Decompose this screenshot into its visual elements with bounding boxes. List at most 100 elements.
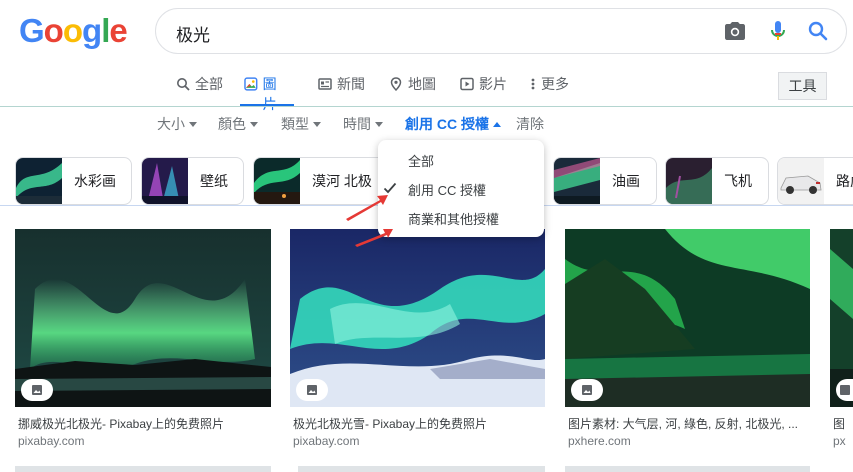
next-row-image	[298, 466, 545, 472]
filter-clear[interactable]: 清除	[516, 114, 544, 134]
result-title[interactable]: 挪威极光北极光- Pixabay上的免费照片	[18, 415, 224, 432]
tab-all[interactable]: 全部	[176, 74, 223, 106]
result-site[interactable]: pixabay.com	[293, 434, 359, 448]
chip-label: 漠河 北极	[312, 173, 372, 189]
result-title[interactable]: 极光北极光雪- Pixabay上的免费照片	[293, 415, 487, 432]
logo-letter: o	[62, 12, 83, 49]
filter-license[interactable]: 創用 CC 授權	[405, 114, 501, 134]
chip-label: 飞机	[724, 173, 752, 189]
next-row-image	[15, 466, 271, 472]
result-site[interactable]: pixabay.com	[18, 434, 84, 448]
filter-type[interactable]: 類型	[281, 114, 321, 134]
tab-more[interactable]: 更多	[530, 74, 569, 106]
image-icon	[244, 77, 258, 91]
related-chip[interactable]: 油画	[553, 157, 657, 205]
result-image[interactable]	[565, 229, 810, 407]
license-dropdown: 全部 創用 CC 授權 商業和其他授權	[378, 140, 544, 237]
logo-letter: G	[19, 12, 45, 49]
tab-label: 新聞	[337, 76, 365, 92]
image-badge	[571, 379, 603, 401]
result-title[interactable]: 图	[833, 415, 845, 432]
logo-letter: g	[82, 12, 102, 49]
tab-label: 圖片	[262, 76, 277, 112]
image-result[interactable]: 图 px	[830, 229, 853, 448]
related-chip[interactable]: 水彩画	[15, 157, 132, 205]
related-chip[interactable]: 飞机	[665, 157, 769, 205]
related-chip[interactable]: 壁纸	[141, 157, 244, 205]
google-image-search-page: Google 极光 全部 圖片 新聞 地圖 影片 更多 工具 大小 顏色 類型 …	[0, 0, 853, 472]
tools-button[interactable]: 工具	[778, 72, 827, 100]
filter-bar: 大小 顏色 類型 時間 創用 CC 授權 清除	[0, 110, 853, 134]
search-box[interactable]: 极光	[155, 8, 847, 54]
chip-label: 路虎	[836, 173, 853, 189]
result-image[interactable]	[290, 229, 545, 407]
image-icon	[839, 385, 850, 395]
filter-label: 顏色	[218, 116, 246, 132]
tab-videos[interactable]: 影片	[460, 74, 507, 106]
related-chip[interactable]: 路虎	[777, 157, 853, 205]
chip-thumbnail	[666, 158, 712, 204]
search-tabs: 全部 圖片 新聞 地圖 影片 更多	[0, 66, 853, 112]
chip-label: 水彩画	[74, 173, 116, 189]
license-option-commercial[interactable]: 商業和其他授權	[408, 209, 499, 228]
tab-label: 地圖	[408, 76, 436, 92]
search-input[interactable]: 极光	[176, 21, 210, 46]
image-icon	[582, 385, 592, 395]
result-image[interactable]	[15, 229, 271, 407]
search-icon[interactable]	[806, 19, 830, 43]
tab-news[interactable]: 新聞	[318, 74, 365, 106]
caret-up-icon	[493, 121, 501, 127]
caret-down-icon	[375, 121, 383, 127]
license-option-cc[interactable]: 創用 CC 授權	[408, 180, 486, 199]
image-icon	[32, 385, 42, 395]
tab-label: 全部	[195, 76, 223, 92]
image-result[interactable]: 极光北极光雪- Pixabay上的免费照片 pixabay.com	[290, 229, 545, 448]
map-pin-icon	[390, 77, 402, 91]
caret-down-icon	[189, 121, 197, 127]
image-badge	[836, 379, 853, 401]
next-row-image	[565, 466, 810, 472]
video-icon	[460, 77, 474, 91]
filter-label: 時間	[343, 116, 371, 132]
result-site[interactable]: pxhere.com	[568, 434, 631, 448]
image-result[interactable]: 图片素材: 大气层, 河, 綠色, 反射, 北极光, ... pxhere.co…	[565, 229, 810, 448]
logo-letter: e	[109, 12, 127, 49]
filter-time[interactable]: 時間	[343, 114, 383, 134]
microphone-icon[interactable]	[766, 19, 790, 43]
result-image[interactable]	[830, 229, 853, 407]
chip-thumbnail	[16, 158, 62, 204]
aurora-image	[15, 229, 271, 407]
tab-label: 更多	[541, 76, 569, 92]
filter-label: 類型	[281, 116, 309, 132]
annotation-arrow-icon	[355, 229, 393, 247]
annotation-arrow-icon	[346, 195, 388, 221]
chip-thumbnail	[254, 158, 300, 204]
result-site[interactable]: px	[833, 434, 846, 448]
aurora-image	[290, 229, 545, 407]
filter-size[interactable]: 大小	[157, 114, 197, 134]
result-title[interactable]: 图片素材: 大气层, 河, 綠色, 反射, 北极光, ...	[568, 415, 798, 432]
filter-label: 清除	[516, 116, 544, 132]
filter-label: 大小	[157, 116, 185, 132]
tab-images[interactable]: 圖片	[240, 74, 294, 112]
logo-letter: l	[101, 12, 110, 49]
tab-maps[interactable]: 地圖	[389, 74, 436, 106]
caret-down-icon	[313, 121, 321, 127]
image-icon	[307, 385, 317, 395]
chip-thumbnail	[778, 158, 824, 204]
image-result[interactable]: 挪威极光北极光- Pixabay上的免费照片 pixabay.com	[15, 229, 271, 448]
caret-down-icon	[250, 121, 258, 127]
search-icon	[177, 78, 190, 91]
filter-label: 創用 CC 授權	[405, 116, 489, 132]
image-badge	[21, 379, 53, 401]
filter-color[interactable]: 顏色	[218, 114, 258, 134]
camera-icon[interactable]	[723, 19, 747, 43]
chip-label: 壁纸	[200, 173, 228, 189]
tabs-divider	[0, 106, 853, 107]
logo-letter: o	[43, 12, 64, 49]
aurora-image	[565, 229, 810, 407]
more-vert-icon	[531, 78, 535, 90]
google-logo[interactable]: Google	[19, 12, 128, 50]
news-icon	[318, 78, 332, 90]
license-option-all[interactable]: 全部	[408, 151, 434, 170]
